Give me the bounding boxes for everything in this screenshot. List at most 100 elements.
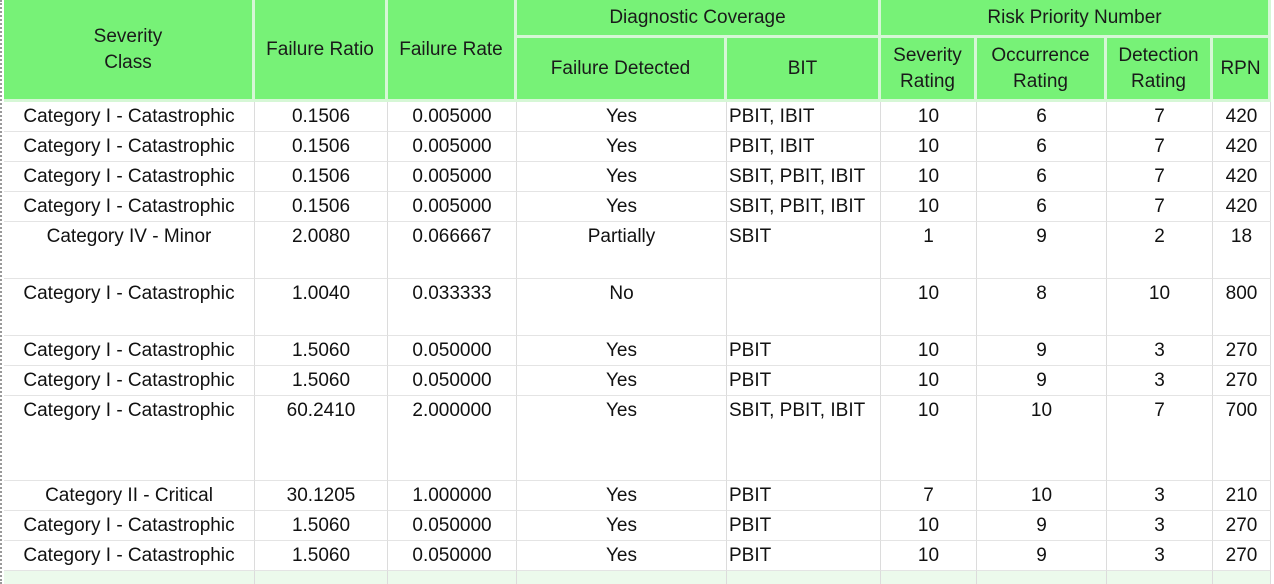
header-risk-priority-number[interactable]: Risk Priority Number xyxy=(881,0,1271,38)
header-detection-rating[interactable]: Detection Rating xyxy=(1107,38,1213,102)
cell-failure-ratio[interactable]: 60.2410 xyxy=(255,396,388,481)
cell-failure-detected[interactable]: Yes xyxy=(517,541,727,571)
cell-rpn[interactable]: 420 xyxy=(1213,102,1271,132)
empty-cell[interactable] xyxy=(881,571,977,584)
header-rpn[interactable]: RPN xyxy=(1213,38,1271,102)
cell-failure-ratio[interactable]: 1.5060 xyxy=(255,366,388,396)
cell-failure-rate[interactable]: 0.066667 xyxy=(388,222,517,279)
cell-severity-class[interactable]: Category I - Catastrophic xyxy=(4,162,255,192)
cell-bit[interactable]: PBIT, IBIT xyxy=(727,132,881,162)
cell-rpn[interactable]: 270 xyxy=(1213,541,1271,571)
cell-occurrence-rating[interactable]: 6 xyxy=(977,162,1107,192)
cell-failure-ratio[interactable]: 2.0080 xyxy=(255,222,388,279)
cell-failure-rate[interactable]: 0.033333 xyxy=(388,279,517,336)
cell-rpn[interactable]: 420 xyxy=(1213,132,1271,162)
cell-failure-detected[interactable]: Yes xyxy=(517,192,727,222)
cell-bit[interactable]: SBIT, PBIT, IBIT xyxy=(727,162,881,192)
cell-rpn[interactable]: 800 xyxy=(1213,279,1271,336)
cell-failure-rate[interactable]: 0.050000 xyxy=(388,336,517,366)
cell-failure-detected[interactable]: Yes xyxy=(517,366,727,396)
table-row[interactable]: Category I - Catastrophic 0.1506 0.005000 Y… xyxy=(4,102,1271,132)
cell-bit[interactable]: PBIT, IBIT xyxy=(727,102,881,132)
cell-failure-ratio[interactable]: 0.1506 xyxy=(255,102,388,132)
cell-severity-class[interactable]: Category IV - Minor xyxy=(4,222,255,279)
cell-failure-detected[interactable]: Yes xyxy=(517,102,727,132)
cell-detection-rating[interactable]: 7 xyxy=(1107,102,1213,132)
cell-detection-rating[interactable]: 7 xyxy=(1107,192,1213,222)
cell-severity-rating[interactable]: 10 xyxy=(881,366,977,396)
cell-occurrence-rating[interactable]: 9 xyxy=(977,541,1107,571)
cell-occurrence-rating[interactable]: 8 xyxy=(977,279,1107,336)
cell-severity-class[interactable]: Category I - Catastrophic xyxy=(4,279,255,336)
table-row[interactable]: Category I - Catastrophic 1.5060 0.050000 Y… xyxy=(4,511,1271,541)
table-row[interactable]: Category I - Catastrophic 0.1506 0.005000 Y… xyxy=(4,162,1271,192)
cell-severity-rating[interactable]: 7 xyxy=(881,481,977,511)
empty-cell[interactable] xyxy=(517,571,727,584)
header-failure-ratio[interactable]: Failure Ratio xyxy=(255,0,388,102)
cell-failure-rate[interactable]: 2.000000 xyxy=(388,396,517,481)
cell-detection-rating[interactable]: 3 xyxy=(1107,511,1213,541)
cell-rpn[interactable]: 18 xyxy=(1213,222,1271,279)
cell-failure-detected[interactable]: Yes xyxy=(517,132,727,162)
cell-rpn[interactable]: 270 xyxy=(1213,336,1271,366)
new-row-placeholder[interactable] xyxy=(4,571,1271,584)
cell-bit[interactable]: PBIT xyxy=(727,541,881,571)
cell-occurrence-rating[interactable]: 6 xyxy=(977,102,1107,132)
cell-occurrence-rating[interactable]: 9 xyxy=(977,336,1107,366)
cell-detection-rating[interactable]: 3 xyxy=(1107,366,1213,396)
empty-cell[interactable] xyxy=(1213,571,1271,584)
cell-failure-detected[interactable]: Yes xyxy=(517,511,727,541)
cell-detection-rating[interactable]: 2 xyxy=(1107,222,1213,279)
table-row[interactable]: Category I - Catastrophic 1.5060 0.050000 Y… xyxy=(4,541,1271,571)
cell-rpn[interactable]: 270 xyxy=(1213,366,1271,396)
empty-cell[interactable] xyxy=(388,571,517,584)
cell-bit[interactable]: SBIT, PBIT, IBIT xyxy=(727,396,881,481)
cell-failure-detected[interactable]: Yes xyxy=(517,336,727,366)
cell-severity-rating[interactable]: 10 xyxy=(881,396,977,481)
cell-detection-rating[interactable]: 7 xyxy=(1107,396,1213,481)
header-severity-rating[interactable]: Severity Rating xyxy=(881,38,977,102)
table-row[interactable]: Category IV - Minor 2.0080 0.066667 Partial… xyxy=(4,222,1271,279)
header-bit[interactable]: BIT xyxy=(727,38,881,102)
cell-occurrence-rating[interactable]: 9 xyxy=(977,511,1107,541)
header-diagnostic-coverage[interactable]: Diagnostic Coverage xyxy=(517,0,881,38)
cell-occurrence-rating[interactable]: 6 xyxy=(977,132,1107,162)
cell-failure-detected[interactable]: Yes xyxy=(517,481,727,511)
cell-severity-class[interactable]: Category I - Catastrophic xyxy=(4,336,255,366)
cell-occurrence-rating[interactable]: 6 xyxy=(977,192,1107,222)
table-row[interactable]: Category II - Critical 30.1205 1.000000 Yes… xyxy=(4,481,1271,511)
cell-severity-class[interactable]: Category II - Critical xyxy=(4,481,255,511)
cell-failure-ratio[interactable]: 0.1506 xyxy=(255,132,388,162)
cell-occurrence-rating[interactable]: 9 xyxy=(977,366,1107,396)
cell-severity-rating[interactable]: 10 xyxy=(881,511,977,541)
empty-cell[interactable] xyxy=(727,571,881,584)
cell-detection-rating[interactable]: 7 xyxy=(1107,132,1213,162)
cell-occurrence-rating[interactable]: 10 xyxy=(977,481,1107,511)
empty-cell[interactable] xyxy=(255,571,388,584)
cell-rpn[interactable]: 420 xyxy=(1213,162,1271,192)
header-occurrence-rating[interactable]: Occurrence Rating xyxy=(977,38,1107,102)
cell-failure-ratio[interactable]: 1.5060 xyxy=(255,336,388,366)
cell-rpn[interactable]: 700 xyxy=(1213,396,1271,481)
cell-bit[interactable]: SBIT xyxy=(727,222,881,279)
header-failure-detected[interactable]: Failure Detected xyxy=(517,38,727,102)
header-failure-rate[interactable]: Failure Rate xyxy=(388,0,517,102)
cell-severity-class[interactable]: Category I - Catastrophic xyxy=(4,102,255,132)
empty-cell[interactable] xyxy=(4,571,255,584)
cell-severity-class[interactable]: Category I - Catastrophic xyxy=(4,132,255,162)
cell-failure-ratio[interactable]: 1.5060 xyxy=(255,541,388,571)
cell-failure-detected[interactable]: Yes xyxy=(517,162,727,192)
table-row[interactable]: Category I - Catastrophic 1.0040 0.033333 N… xyxy=(4,279,1271,336)
table-row[interactable]: Category I - Catastrophic 0.1506 0.005000 Y… xyxy=(4,192,1271,222)
cell-occurrence-rating[interactable]: 10 xyxy=(977,396,1107,481)
cell-detection-rating[interactable]: 10 xyxy=(1107,279,1213,336)
cell-severity-class[interactable]: Category I - Catastrophic xyxy=(4,396,255,481)
empty-cell[interactable] xyxy=(977,571,1107,584)
cell-severity-rating[interactable]: 10 xyxy=(881,279,977,336)
table-row[interactable]: Category I - Catastrophic 0.1506 0.005000 Y… xyxy=(4,132,1271,162)
cell-failure-ratio[interactable]: 0.1506 xyxy=(255,162,388,192)
cell-failure-detected[interactable]: No xyxy=(517,279,727,336)
cell-detection-rating[interactable]: 3 xyxy=(1107,481,1213,511)
cell-bit[interactable]: PBIT xyxy=(727,511,881,541)
cell-detection-rating[interactable]: 3 xyxy=(1107,541,1213,571)
